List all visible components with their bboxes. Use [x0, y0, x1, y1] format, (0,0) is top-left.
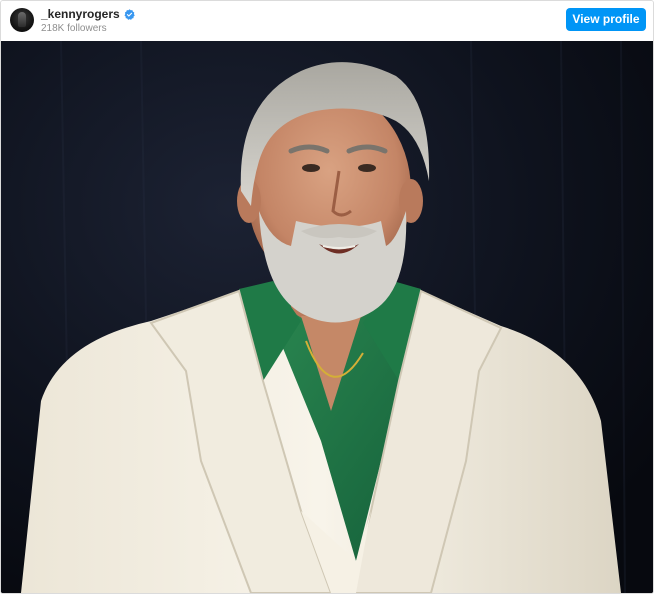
portrait-illustration: [1, 41, 653, 593]
username-row: _kennyrogers: [41, 7, 135, 21]
username[interactable]: _kennyrogers: [41, 7, 120, 21]
profile-info: _kennyrogers 218K followers: [41, 7, 135, 35]
follower-count: 218K followers: [41, 23, 107, 34]
instagram-embed: _kennyrogers 218K followers View profile: [0, 0, 654, 594]
avatar-figure: [18, 12, 26, 27]
profile-avatar[interactable]: [10, 8, 34, 32]
view-profile-button[interactable]: View profile: [566, 8, 646, 31]
embed-header: _kennyrogers 218K followers View profile: [1, 1, 653, 40]
post-photo[interactable]: [1, 41, 653, 593]
verified-badge-icon: [124, 8, 135, 20]
